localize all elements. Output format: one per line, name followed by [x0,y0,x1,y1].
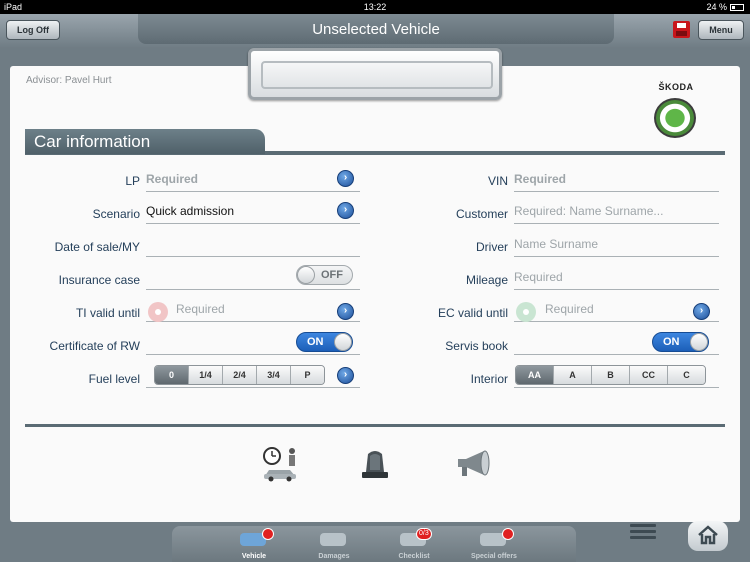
fuel-label: Fuel level [88,372,140,386]
date-of-sale-label: Date of sale/MY [54,240,140,254]
clock: 13:22 [363,2,387,12]
damage-car-icon [320,533,346,546]
clipboard-clip [248,48,502,100]
mileage-label: Mileage [465,273,508,287]
lp-arrow-icon[interactable]: › [337,170,354,187]
certificate-label: Certificate of RW [49,339,140,353]
tab-vehicle[interactable]: Vehicle [214,526,294,562]
home-button[interactable] [688,521,728,551]
battery-label: 24 % [706,2,727,12]
certificate-toggle-text: ON [307,336,324,348]
fuel-option[interactable]: 0 [155,366,189,384]
mileage-field[interactable]: Required [514,266,719,290]
insurance-label: Insurance case [58,273,140,287]
ti-valid-placeholder: Required [176,302,225,316]
logoff-button[interactable]: Log Off [6,20,60,40]
top-bar: Log Off Unselected Vehicle Menu [0,14,750,48]
form-divider [25,424,725,427]
ti-valid-label: TI valid until [75,306,140,320]
tab-special-offers-label: Special offers [471,553,517,560]
vin-label: VIN [487,174,508,188]
mileage-placeholder: Required [514,270,563,284]
fuel-selector: 0 1/4 2/4 3/4 P [154,365,325,385]
customer-label: Customer [455,207,508,221]
interior-label: Interior [470,372,508,386]
insurance-toggle-text: OFF [321,269,343,281]
lp-label: LP [125,174,140,188]
interior-option[interactable]: AA [516,366,554,384]
fuel-option[interactable]: 3/4 [257,366,291,384]
driver-placeholder: Name Surname [514,237,599,251]
scenario-value: Quick admission [146,204,235,218]
date-of-sale-field[interactable] [146,233,360,257]
scenario-field[interactable]: Quick admission [146,200,360,224]
menu-button[interactable]: Menu [698,20,744,40]
certificate-toggle[interactable]: ON [296,332,353,352]
interior-option[interactable]: A [554,366,592,384]
ti-valid-field[interactable]: Required [176,298,326,322]
tab-damages[interactable]: Damages [294,526,374,562]
checklist-badge: 0/3 [416,528,432,540]
section-header: Car information [25,129,725,156]
driver-field[interactable]: Name Surname [514,233,719,257]
tab-vehicle-label: Vehicle [241,553,267,560]
toggle-knob [334,333,352,351]
scenario-arrow-icon[interactable]: › [337,202,354,219]
vin-placeholder: Required [514,172,567,186]
interior-option[interactable]: CC [630,366,668,384]
hamburger-menu-icon[interactable] [630,524,656,542]
section-title: Car information [25,129,265,154]
beacon-icon[interactable] [358,448,392,480]
brand-name: ŠKODA [658,82,694,92]
customer-placeholder: Required: Name Surname... [514,204,664,218]
interior-option[interactable]: C [668,366,705,384]
status-bar: iPad 13:22 24 % [0,0,750,14]
vehicle-badge [262,528,274,540]
home-icon [698,525,718,545]
scenario-label: Scenario [92,207,140,221]
vin-field[interactable]: Required [514,168,719,192]
battery-icon [730,4,744,12]
tab-checklist[interactable]: 0/3 Checklist [374,526,454,562]
save-icon[interactable] [673,21,690,38]
interior-selector: AA A B CC C [515,365,706,385]
page-title: Unselected Vehicle [138,14,614,44]
special-offers-badge [502,528,514,540]
appointment-icon[interactable] [262,446,300,482]
tab-special-offers[interactable]: Special offers [454,526,534,562]
ti-valid-arrow-icon[interactable]: › [337,303,354,320]
interior-option[interactable]: B [592,366,630,384]
fuel-option[interactable]: P [291,366,324,384]
customer-field[interactable]: Required: Name Surname... [514,200,719,224]
advisor-name: Advisor: Pavel Hurt [26,75,112,86]
insurance-toggle[interactable]: OFF [296,265,353,285]
lp-placeholder: Required [146,172,199,186]
lp-field[interactable]: Required [146,168,360,192]
ti-badge-icon [148,302,168,322]
ec-valid-arrow-icon[interactable]: › [693,303,710,320]
tab-damages-label: Damages [318,553,350,560]
ec-badge-icon [516,302,536,322]
fuel-arrow-icon[interactable]: › [337,367,354,384]
toggle-knob [690,333,708,351]
servis-book-toggle[interactable]: ON [652,332,709,352]
fuel-option[interactable]: 2/4 [223,366,257,384]
ec-valid-label: EC valid until [437,306,508,320]
tab-checklist-label: Checklist [398,553,430,560]
servis-book-toggle-text: ON [663,336,680,348]
fuel-option[interactable]: 1/4 [189,366,223,384]
ec-valid-field[interactable]: Required [545,298,685,322]
servis-book-label: Servis book [445,339,508,353]
driver-label: Driver [476,240,508,254]
toggle-knob [297,266,315,284]
bottom-tab-bar: Vehicle Damages 0/3 Checklist Special of… [172,526,576,562]
battery-status: 24 % [706,2,744,12]
ec-valid-placeholder: Required [545,302,594,316]
megaphone-icon[interactable] [452,448,492,480]
